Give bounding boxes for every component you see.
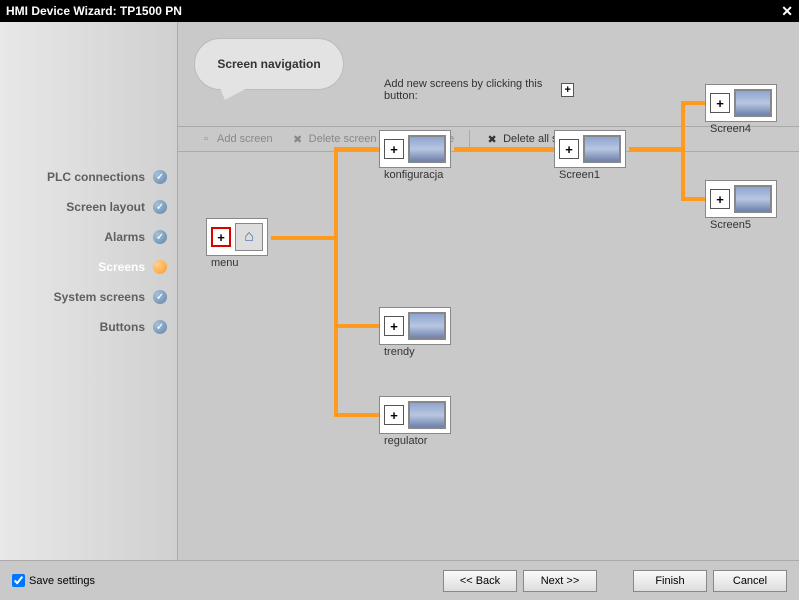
delete-screen-button[interactable]: ✖ Delete screen bbox=[284, 129, 384, 149]
hint-bubble: Screen navigation Add new screens by cli… bbox=[194, 38, 574, 118]
connector bbox=[271, 236, 338, 240]
save-settings-input[interactable] bbox=[12, 574, 25, 587]
wizard-sidebar: PLC connections Screen layout Alarms Scr… bbox=[0, 22, 177, 600]
cancel-button[interactable]: Cancel bbox=[713, 570, 787, 592]
node-screen1[interactable]: + Screen1 bbox=[554, 130, 626, 168]
check-icon bbox=[153, 290, 167, 304]
connector bbox=[334, 413, 379, 417]
titlebar: HMI Device Wizard: TP1500 PN ✕ bbox=[0, 0, 799, 22]
node-label: menu bbox=[211, 257, 239, 269]
bubble-hint: Add new screens by clicking this button: bbox=[384, 78, 557, 102]
sidebar-item-system-screens[interactable]: System screens bbox=[0, 282, 177, 312]
node-screen4[interactable]: + Screen4 bbox=[705, 84, 777, 122]
sidebar-item-buttons[interactable]: Buttons bbox=[0, 312, 177, 342]
toolbar-label: Add screen bbox=[217, 133, 273, 145]
sidebar-item-screen-layout[interactable]: Screen layout bbox=[0, 192, 177, 222]
sidebar-item-label: Buttons bbox=[100, 320, 145, 334]
screen-icon bbox=[583, 135, 621, 163]
node-label: Screen1 bbox=[559, 169, 600, 181]
next-button[interactable]: Next >> bbox=[523, 570, 597, 592]
sidebar-item-label: PLC connections bbox=[47, 170, 145, 184]
add-child-button[interactable]: + bbox=[710, 93, 730, 113]
add-child-button[interactable]: + bbox=[384, 405, 404, 425]
node-screen5[interactable]: + Screen5 bbox=[705, 180, 777, 218]
connector bbox=[681, 101, 705, 105]
add-child-button[interactable]: + bbox=[710, 189, 730, 209]
add-child-button[interactable]: + bbox=[384, 139, 404, 159]
toolbar-label: Delete screen bbox=[309, 133, 377, 145]
connector bbox=[629, 147, 685, 151]
save-settings-label: Save settings bbox=[29, 575, 95, 587]
check-icon bbox=[153, 230, 167, 244]
bubble-tail-icon bbox=[215, 81, 252, 104]
connector bbox=[334, 324, 379, 328]
node-konfiguracja[interactable]: + konfiguracja bbox=[379, 130, 451, 168]
add-child-button[interactable]: + bbox=[211, 227, 231, 247]
add-screen-icon: ▫ bbox=[199, 132, 213, 146]
active-dot-icon bbox=[153, 260, 167, 274]
node-label: Screen5 bbox=[710, 219, 751, 231]
add-screen-button[interactable]: ▫ Add screen bbox=[192, 129, 280, 149]
connector bbox=[681, 197, 705, 201]
delete-all-icon: ✖ bbox=[485, 132, 499, 146]
delete-screen-icon: ✖ bbox=[291, 132, 305, 146]
plus-icon: + bbox=[561, 83, 574, 97]
connector bbox=[334, 147, 379, 151]
node-menu[interactable]: + ⌂ menu bbox=[206, 218, 268, 256]
node-label: regulator bbox=[384, 435, 427, 447]
screen-icon bbox=[408, 135, 446, 163]
check-icon bbox=[153, 170, 167, 184]
sidebar-item-label: Screen layout bbox=[66, 200, 145, 214]
add-child-button[interactable]: + bbox=[559, 139, 579, 159]
node-trendy[interactable]: + trendy bbox=[379, 307, 451, 345]
window-title: HMI Device Wizard: TP1500 PN bbox=[6, 4, 182, 18]
node-label: konfiguracja bbox=[384, 169, 443, 181]
screen-icon bbox=[408, 401, 446, 429]
connector bbox=[454, 147, 554, 151]
check-icon bbox=[153, 200, 167, 214]
back-button[interactable]: << Back bbox=[443, 570, 517, 592]
sidebar-item-label: Alarms bbox=[104, 230, 145, 244]
add-child-button[interactable]: + bbox=[384, 316, 404, 336]
finish-button[interactable]: Finish bbox=[633, 570, 707, 592]
toolbar-divider bbox=[469, 130, 470, 148]
content-pane: Screen navigation Add new screens by cli… bbox=[177, 22, 799, 600]
sidebar-item-label: Screens bbox=[98, 260, 145, 274]
save-settings-checkbox[interactable]: Save settings bbox=[12, 574, 95, 587]
screen-icon bbox=[734, 89, 772, 117]
check-icon bbox=[153, 320, 167, 334]
footer: Save settings << Back Next >> Finish Can… bbox=[0, 560, 799, 600]
sidebar-item-screens[interactable]: Screens bbox=[0, 252, 177, 282]
sidebar-item-label: System screens bbox=[54, 290, 145, 304]
sidebar-item-plc-connections[interactable]: PLC connections bbox=[0, 162, 177, 192]
close-icon[interactable]: ✕ bbox=[781, 3, 793, 20]
sidebar-item-alarms[interactable]: Alarms bbox=[0, 222, 177, 252]
connector bbox=[334, 147, 338, 417]
home-icon: ⌂ bbox=[235, 223, 263, 251]
connector bbox=[681, 101, 685, 201]
node-regulator[interactable]: + regulator bbox=[379, 396, 451, 434]
screen-icon bbox=[408, 312, 446, 340]
node-label: Screen4 bbox=[710, 123, 751, 135]
node-label: trendy bbox=[384, 346, 415, 358]
screen-icon bbox=[734, 185, 772, 213]
screen-tree-canvas[interactable]: + ⌂ menu + konfiguracja + trendy bbox=[178, 152, 799, 560]
